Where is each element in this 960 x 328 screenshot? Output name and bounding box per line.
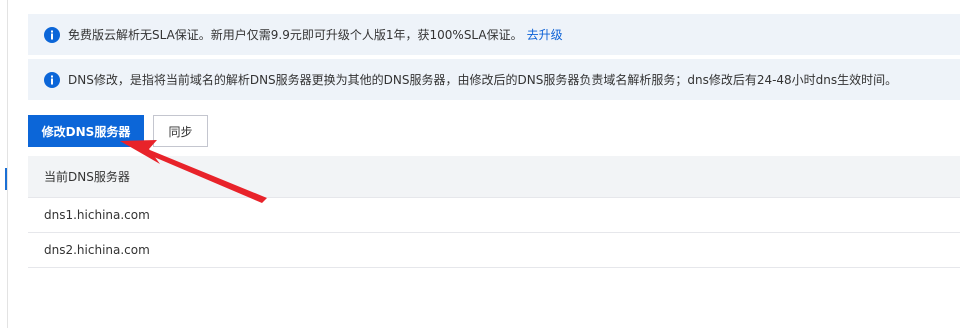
table-row: dns1.hichina.com bbox=[28, 198, 960, 233]
dns-server-cell: dns2.hichina.com bbox=[44, 243, 150, 257]
left-divider bbox=[7, 0, 8, 328]
dns-server-table: 当前DNS服务器 dns1.hichina.com dns2.hichina.c… bbox=[28, 156, 960, 268]
table-header: 当前DNS服务器 bbox=[28, 156, 960, 198]
modify-dns-button[interactable]: 修改DNS服务器 bbox=[28, 115, 144, 147]
sla-notice: 免费版云解析无SLA保证。新用户仅需9.9元即可升级个人版1年，获100%SLA… bbox=[28, 14, 960, 55]
left-active-indicator bbox=[5, 168, 7, 190]
table-row: dns2.hichina.com bbox=[28, 233, 960, 268]
info-icon bbox=[44, 71, 60, 88]
sla-notice-text: 免费版云解析无SLA保证。新用户仅需9.9元即可升级个人版1年，获100%SLA… bbox=[68, 28, 523, 42]
info-icon bbox=[44, 26, 60, 43]
sync-button[interactable]: 同步 bbox=[153, 115, 208, 147]
upgrade-link[interactable]: 去升级 bbox=[527, 26, 563, 43]
column-header-dns-server: 当前DNS服务器 bbox=[44, 170, 130, 184]
dns-server-cell: dns1.hichina.com bbox=[44, 208, 150, 222]
dns-notice-text: DNS修改，是指将当前域名的解析DNS服务器更换为其他的DNS服务器，由修改后的… bbox=[68, 73, 898, 87]
dns-notice: DNS修改，是指将当前域名的解析DNS服务器更换为其他的DNS服务器，由修改后的… bbox=[28, 59, 960, 100]
